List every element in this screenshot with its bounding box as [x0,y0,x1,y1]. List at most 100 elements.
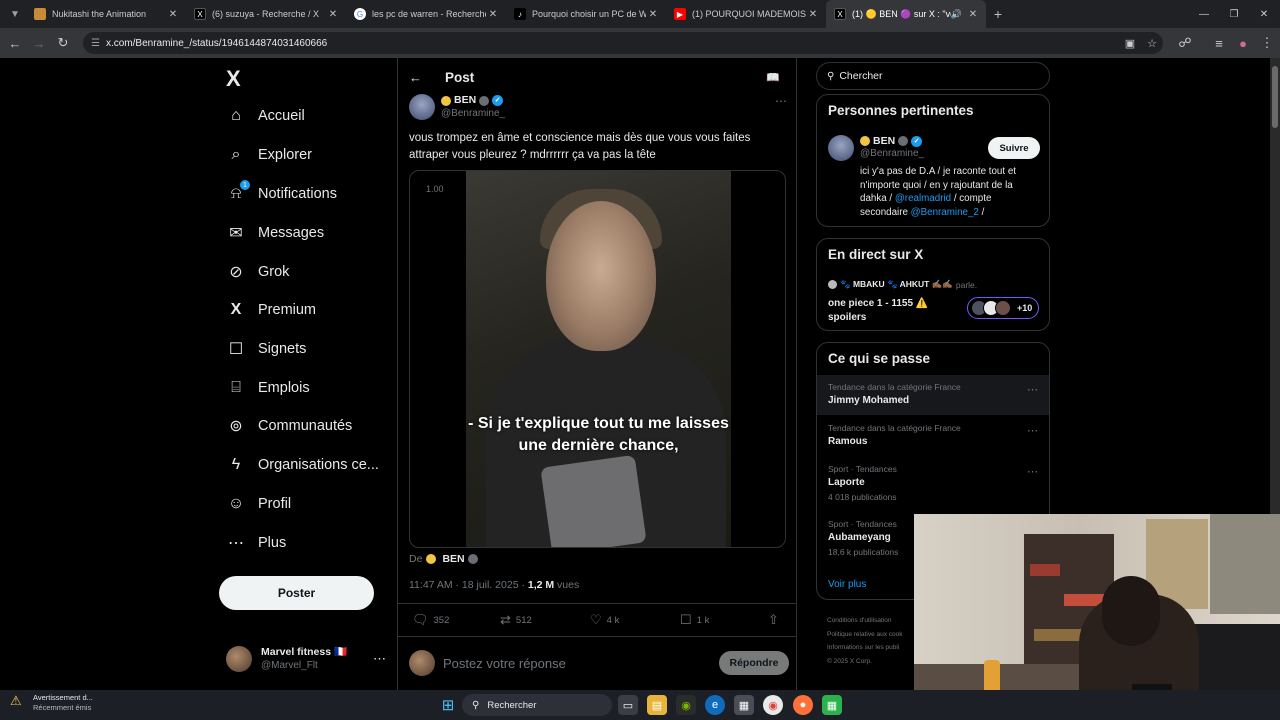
reader-mode-icon[interactable]: 📖 [766,71,780,84]
nav-item-messages[interactable]: ✉ Messages [226,217,324,249]
back-icon[interactable]: ← [3,31,27,55]
from-name[interactable]: BEN [442,553,464,565]
see-more-link[interactable]: Voir plus [828,579,866,590]
edge-icon[interactable]: e [705,695,725,715]
close-tab-icon[interactable]: ✕ [646,9,660,20]
task-view-icon[interactable]: ▭ [618,695,638,715]
heart-icon: ♡ [590,612,602,627]
taskbar-notification[interactable]: ⚠ Avertissement d... Récemment émis [10,693,93,713]
grey-circle-icon [479,95,490,106]
person-name[interactable]: BEN ✓ [860,135,923,147]
bio-text: / [978,206,985,218]
nav-item-premium[interactable]: X Premium [226,294,316,326]
trend-item[interactable]: Tendance dans la catégorie France Jimmy … [817,375,1049,415]
live-on-x-card[interactable]: En direct sur X 🐾 MBAKU 🐾 AHKUT ✍🏾✍🏾 par… [816,238,1050,331]
minimize-icon[interactable]: — [1188,0,1220,28]
reply-button[interactable]: Répondre [719,651,789,675]
nav-item-organisations[interactable]: ϟ Organisations ce... [226,449,379,481]
bio-link[interactable]: @Benramine_2 [911,207,979,218]
person-handle[interactable]: @Benramine_ [860,148,924,159]
reply-action[interactable]: 🗨 352 [412,612,449,628]
file-explorer-icon[interactable]: ▤ [647,695,667,715]
trend-item[interactable]: Tendance dans la catégorie France Ramous… [817,416,1049,456]
media-icon[interactable]: ≡ [1207,31,1231,55]
trend-count: 4 018 publications [828,492,897,502]
browser-tab[interactable]: Nukitashi the Animation ✕ [26,0,186,28]
video-scene-face [546,201,656,351]
tab-search-button[interactable]: ▼ [4,4,26,24]
repost-action[interactable]: ⇄ 512 [500,612,532,628]
address-bar[interactable]: ☰ x.com/Benramine_/status/19461448740314… [83,32,1163,54]
nav-item-notifications[interactable]: ⍾ 1 Notifications [226,178,337,210]
search-input[interactable]: ⚲ Chercher [816,62,1050,90]
share-action[interactable]: ⇧ [768,612,784,628]
nav-item-plus[interactable]: ⋯ Plus [226,527,286,559]
menu-icon[interactable]: ⋮ [1255,31,1279,55]
nav-item-communautes[interactable]: ⊚ Communautés [226,410,352,442]
post-button[interactable]: Poster [219,576,374,610]
nav-item-accueil[interactable]: ⌂ Accueil [226,100,305,132]
profile-icon[interactable]: ● [1231,31,1255,55]
app-icon[interactable]: ▦ [822,695,842,715]
nav-item-grok[interactable]: ⊘ Grok [226,256,289,288]
x-logo[interactable]: X [226,66,241,92]
nav-label: Emplois [258,380,310,396]
more-dots-icon[interactable]: ⋯ [1027,424,1038,437]
more-dots-icon[interactable]: ⋯ [1027,383,1038,396]
video-player[interactable]: 1.00 - Si je t'explique tout tu me laiss… [409,170,786,548]
chrome-icon[interactable]: ◉ [763,695,783,715]
firefox-icon[interactable]: ● [793,695,813,715]
bio-link[interactable]: @realmadrid [895,193,951,204]
close-window-icon[interactable]: ✕ [1248,0,1280,28]
speaker-icon[interactable]: 🔊 [951,9,962,20]
playback-speed[interactable]: 1.00 [426,184,444,194]
post-timestamp: 11:47 AM · 18 juil. 2025 · 1,2 M vues [409,579,579,591]
trend-item[interactable]: Sport · Tendances Laporte 4 018 publicat… [817,457,1049,511]
reload-icon[interactable]: ↻ [51,31,75,55]
video-frame[interactable]: - Si je t'explique tout tu me laisses un… [466,171,731,547]
store-icon[interactable]: ▦ [734,695,754,715]
post-time[interactable]: 11:47 AM · 18 juil. 2025 · [409,579,528,591]
windows-start-icon[interactable]: ⊞ [438,695,458,715]
close-tab-icon[interactable]: ✕ [806,9,820,20]
site-info-icon[interactable]: ☰ [91,38,100,49]
new-tab-button[interactable]: + [986,6,1010,22]
avatar[interactable] [828,135,854,161]
more-dots-icon[interactable]: ⋯ [775,94,787,122]
nav-item-signets[interactable]: ☐ Signets [226,333,307,365]
bell-icon: ⍾ 1 [226,180,250,204]
extensions-icon[interactable]: ☍ [1173,31,1197,55]
close-tab-icon[interactable]: ✕ [486,9,500,20]
back-arrow-icon[interactable]: ← [409,70,423,85]
card-title: Ce qui se passe [828,351,931,366]
browser-tab[interactable]: ♪ Pourquoi choisir un PC de Warr ✕ [506,0,666,28]
browser-tab[interactable]: ▶ (1) POURQUOI MADEMOISELLE ✕ [666,0,826,28]
taskbar-search[interactable]: ⚲ Rechercher [462,694,612,716]
browser-tab-active[interactable]: X (1) 🟡 BEN 🟣 sur X : "vous 🔊 ✕ [826,0,986,28]
nav-item-emplois[interactable]: ⌸ Emplois [226,372,310,404]
reply-input[interactable]: Postez votre réponse [443,656,566,671]
follow-button[interactable]: Suivre [988,137,1040,159]
close-tab-icon[interactable]: ✕ [326,9,340,20]
close-tab-icon[interactable]: ✕ [966,9,980,20]
more-dots-icon[interactable]: ⋯ [1027,465,1038,478]
nvidia-icon[interactable]: ◉ [676,695,696,715]
author-name[interactable]: BEN ✓ [441,94,505,107]
bookmark-star-icon[interactable]: ☆ [1141,37,1163,50]
forward-icon[interactable]: → [27,31,51,55]
nav-item-explorer[interactable]: ⌕ Explorer [226,139,312,171]
cast-icon[interactable]: ▣ [1119,37,1141,50]
avatar[interactable] [409,94,435,120]
restore-icon[interactable]: ❐ [1218,0,1250,28]
like-action[interactable]: ♡ 4 k [590,612,619,628]
more-dots-icon[interactable]: ⋯ [373,651,386,667]
account-switcher[interactable]: Marvel fitness 🇫🇷 @Marvel_Flt ⋯ [226,644,386,674]
browser-tab[interactable]: G les pc de warren - Recherche G ✕ [346,0,506,28]
browser-tab[interactable]: X (6) suzuya - Recherche / X ✕ [186,0,346,28]
author-handle[interactable]: @Benramine_ [441,107,505,120]
close-tab-icon[interactable]: ✕ [166,9,180,20]
repost-count: 512 [515,614,532,626]
nav-item-profil[interactable]: ☺ Profil [226,488,291,520]
scrollbar-thumb[interactable] [1272,66,1278,128]
bookmark-action[interactable]: ☐ 1 k [680,612,709,628]
